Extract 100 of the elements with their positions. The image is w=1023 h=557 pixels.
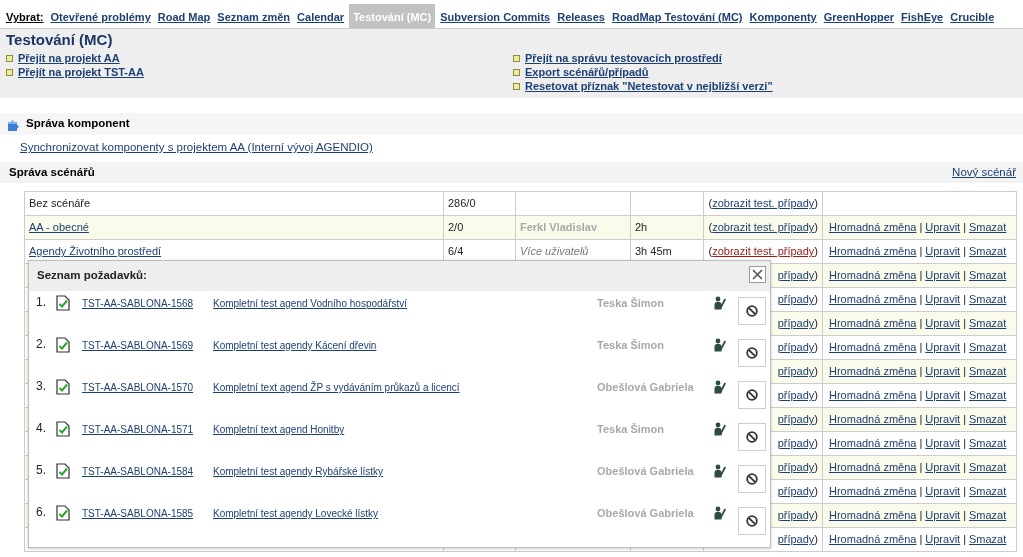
action-link[interactable]: Upravit xyxy=(925,461,961,474)
nav-tab[interactable]: Releases xyxy=(557,10,605,28)
action-link[interactable]: Upravit xyxy=(925,485,961,498)
ban-icon xyxy=(746,347,758,359)
action-link[interactable]: Hromadná změna xyxy=(829,365,917,378)
action-link[interactable]: Upravit xyxy=(925,245,961,258)
action-link[interactable]: Hromadná změna xyxy=(829,389,917,402)
table-cell: 2/0 xyxy=(443,215,516,240)
action-link[interactable]: Upravit xyxy=(925,437,961,450)
requirement-title-link[interactable]: Kompletní text agend Honitby xyxy=(213,424,345,435)
action-link[interactable]: Hromadná změna xyxy=(829,437,917,450)
test-cases-link[interactable]: případy xyxy=(777,341,815,354)
action-link[interactable]: Hromadná změna xyxy=(829,509,917,522)
ban-button[interactable] xyxy=(738,381,766,409)
action-link[interactable]: Hromadná změna xyxy=(829,293,917,306)
action-link[interactable]: Upravit xyxy=(925,413,961,426)
header-link[interactable]: Přejít na projekt TST-AA xyxy=(18,65,144,79)
ban-button[interactable] xyxy=(738,297,766,325)
requirement-id-link[interactable]: TST-AA-SABLONA-1569 xyxy=(82,340,194,351)
action-link[interactable]: Hromadná změna xyxy=(829,485,917,498)
nav-tab[interactable]: Road Map xyxy=(157,10,211,28)
nav-tab[interactable]: Komponenty xyxy=(749,10,817,28)
action-link[interactable]: Smazat xyxy=(969,461,1007,474)
test-cases-link[interactable]: případy xyxy=(777,293,815,306)
ban-button[interactable] xyxy=(738,465,766,493)
action-link[interactable]: Smazat xyxy=(969,269,1007,282)
action-link[interactable]: Smazat xyxy=(969,245,1007,258)
close-button[interactable] xyxy=(749,265,766,283)
action-link[interactable]: Smazat xyxy=(969,293,1007,306)
action-link[interactable]: Smazat xyxy=(969,413,1007,426)
test-cases-link[interactable]: případy xyxy=(777,389,815,402)
requirement-id-link[interactable]: TST-AA-SABLONA-1584 xyxy=(82,466,194,477)
header-link[interactable]: Resetovat příznak "Netestovat v nejbližší verzi" xyxy=(525,79,773,93)
action-link[interactable]: Hromadná změna xyxy=(829,221,917,234)
action-link[interactable]: Smazat xyxy=(969,221,1007,234)
new-scenario-link[interactable]: Nový scénář xyxy=(952,163,1016,182)
test-cases-link[interactable]: případy xyxy=(777,269,815,282)
nav-tab[interactable]: Otevřené problémy xyxy=(50,10,151,28)
action-link[interactable]: Hromadná změna xyxy=(829,317,917,330)
test-cases-link[interactable]: případy xyxy=(777,365,815,378)
requirement-id-link[interactable]: TST-AA-SABLONA-1568 xyxy=(82,298,194,309)
test-cases-link[interactable]: případy xyxy=(777,509,815,522)
sync-link[interactable]: Synchronizovat komponenty s projektem AA (Interní vývoj AGENDIO) xyxy=(20,140,373,154)
action-link[interactable]: Upravit xyxy=(925,509,961,522)
action-link[interactable]: Upravit xyxy=(925,533,961,546)
requirement-title-link[interactable]: Kompletní test agend Vodního hospodářství xyxy=(213,298,408,309)
action-link[interactable]: Hromadná změna xyxy=(829,413,917,426)
test-cases-link[interactable]: zobrazit test. případy xyxy=(712,221,815,234)
test-cases-link[interactable]: zobrazit test. případy xyxy=(712,197,815,210)
action-link[interactable]: Smazat xyxy=(969,533,1007,546)
header-link[interactable]: Přejít na projekt AA xyxy=(18,51,120,65)
scenario-link[interactable]: Agendy Životního prostředí xyxy=(29,245,162,258)
nav-tab[interactable]: Subversion Commits xyxy=(440,10,551,28)
ban-button[interactable] xyxy=(738,423,766,451)
action-link[interactable]: Upravit xyxy=(925,317,961,330)
test-cases-link[interactable]: případy xyxy=(777,413,815,426)
ban-button[interactable] xyxy=(738,339,766,367)
nav-tab[interactable]: Crucible xyxy=(950,10,995,28)
requirement-title-link[interactable]: Kompletní text agend ŽP s vydáváním průkazů a licencí xyxy=(213,382,460,393)
requirement-title-link[interactable]: Kompletní test agendy Lovecké lístky xyxy=(213,508,379,519)
action-link[interactable]: Smazat xyxy=(969,317,1007,330)
test-cases-link[interactable]: případy xyxy=(777,533,815,546)
test-cases-link[interactable]: případy xyxy=(777,437,815,450)
action-link[interactable]: Smazat xyxy=(969,389,1007,402)
action-link[interactable]: Smazat xyxy=(969,509,1007,522)
action-link[interactable]: Smazat xyxy=(969,437,1007,450)
action-link[interactable]: Smazat xyxy=(969,485,1007,498)
requirement-id-link[interactable]: TST-AA-SABLONA-1570 xyxy=(82,382,194,393)
test-cases-link[interactable]: zobrazit test. případy xyxy=(712,245,815,258)
nav-tab[interactable]: Calendar xyxy=(297,10,345,28)
test-cases-link[interactable]: případy xyxy=(777,317,815,330)
checked-document-icon xyxy=(56,379,70,395)
requirement-title-link[interactable]: Kompletní test agendy Kácení dřevin xyxy=(213,340,377,351)
ban-button[interactable] xyxy=(738,507,766,535)
nav-tab[interactable]: FishEye xyxy=(901,10,944,28)
action-link[interactable]: Hromadná změna xyxy=(829,269,917,282)
header-link[interactable]: Export scénářů/případů xyxy=(525,65,649,79)
action-link[interactable]: Hromadná změna xyxy=(829,245,917,258)
test-cases-link[interactable]: případy xyxy=(777,461,815,474)
action-link[interactable]: Upravit xyxy=(925,221,961,234)
action-link[interactable]: Upravit xyxy=(925,293,961,306)
requirement-title-link[interactable]: Kompletní test agendy Rybářské lístky xyxy=(213,466,384,477)
requirement-id-link[interactable]: TST-AA-SABLONA-1585 xyxy=(82,508,194,519)
action-link[interactable]: Upravit xyxy=(925,269,961,282)
test-cases-link[interactable]: případy xyxy=(777,485,815,498)
action-link[interactable]: Upravit xyxy=(925,341,961,354)
action-link[interactable]: Hromadná změna xyxy=(829,341,917,354)
requirement-id-link[interactable]: TST-AA-SABLONA-1571 xyxy=(82,424,194,435)
action-link[interactable]: Smazat xyxy=(969,341,1007,354)
nav-tab[interactable]: RoadMap Testování (MC) xyxy=(611,10,743,28)
nav-tab[interactable]: Seznam změn xyxy=(217,10,291,28)
action-link[interactable]: Smazat xyxy=(969,365,1007,378)
header-link[interactable]: Přejít na správu testovacích prostředí xyxy=(525,51,722,65)
nav-tab[interactable]: GreenHopper xyxy=(823,10,895,28)
assignee-name: Obešlová Gabriela xyxy=(597,381,694,393)
action-link[interactable]: Upravit xyxy=(925,389,961,402)
scenario-link[interactable]: AA - obecné xyxy=(29,221,89,234)
action-link[interactable]: Hromadná změna xyxy=(829,533,917,546)
action-link[interactable]: Upravit xyxy=(925,365,961,378)
action-link[interactable]: Hromadná změna xyxy=(829,461,917,474)
